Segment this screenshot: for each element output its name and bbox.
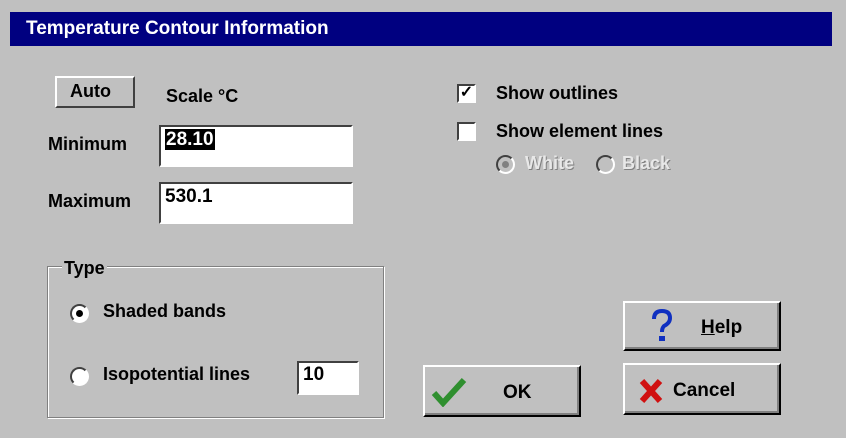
checkmark-icon xyxy=(431,377,467,412)
show-element-lines-label: Show element lines xyxy=(496,121,664,141)
ok-button-label: OK xyxy=(503,382,532,403)
cancel-button[interactable]: Cancel xyxy=(623,363,781,415)
black-radio-label: Black xyxy=(622,153,671,173)
maximum-input[interactable]: 530.1 xyxy=(159,182,353,224)
close-icon xyxy=(639,378,663,409)
checkmark-icon: ✓ xyxy=(459,84,474,101)
isopotential-count-input[interactable]: 10 xyxy=(297,361,359,395)
ok-button[interactable]: OK xyxy=(423,365,581,417)
isopotential-lines-radio[interactable] xyxy=(70,367,89,386)
maximum-value: 530.1 xyxy=(165,186,213,207)
isopotential-count-value: 10 xyxy=(303,364,325,385)
question-icon xyxy=(651,308,673,348)
contour-dialog: Temperature Contour Information Auto Sca… xyxy=(0,0,846,438)
show-outlines-label: Show outlines xyxy=(496,83,619,103)
maximum-label: Maximum xyxy=(48,191,132,211)
type-groupbox xyxy=(47,266,384,418)
isopotential-lines-label: Isopotential lines xyxy=(103,364,251,384)
shaded-bands-radio[interactable] xyxy=(70,304,89,323)
minimum-input[interactable]: 28.10 xyxy=(159,125,353,167)
scale-unit-label: Scale °C xyxy=(166,86,239,106)
white-radio[interactable] xyxy=(496,155,515,174)
shaded-bands-label: Shaded bands xyxy=(103,301,227,321)
white-radio-label: White xyxy=(525,153,574,173)
minimum-value: 28.10 xyxy=(165,129,215,150)
auto-button[interactable]: Auto xyxy=(55,76,135,108)
cancel-button-label: Cancel xyxy=(673,380,736,401)
show-element-lines-checkbox[interactable] xyxy=(457,122,476,141)
type-group-legend: Type xyxy=(62,258,107,279)
title-bar[interactable]: Temperature Contour Information xyxy=(10,12,832,46)
auto-button-label: Auto xyxy=(70,81,111,101)
black-radio[interactable] xyxy=(596,155,615,174)
help-button-label: Help xyxy=(701,317,743,338)
show-outlines-checkbox[interactable]: ✓ xyxy=(457,84,476,103)
dialog-title: Temperature Contour Information xyxy=(26,18,329,39)
minimum-label: Minimum xyxy=(48,134,127,154)
dialog-body: Auto Scale °C Minimum 28.10 Maximum 530.… xyxy=(10,46,832,430)
help-button[interactable]: Help xyxy=(623,301,781,351)
